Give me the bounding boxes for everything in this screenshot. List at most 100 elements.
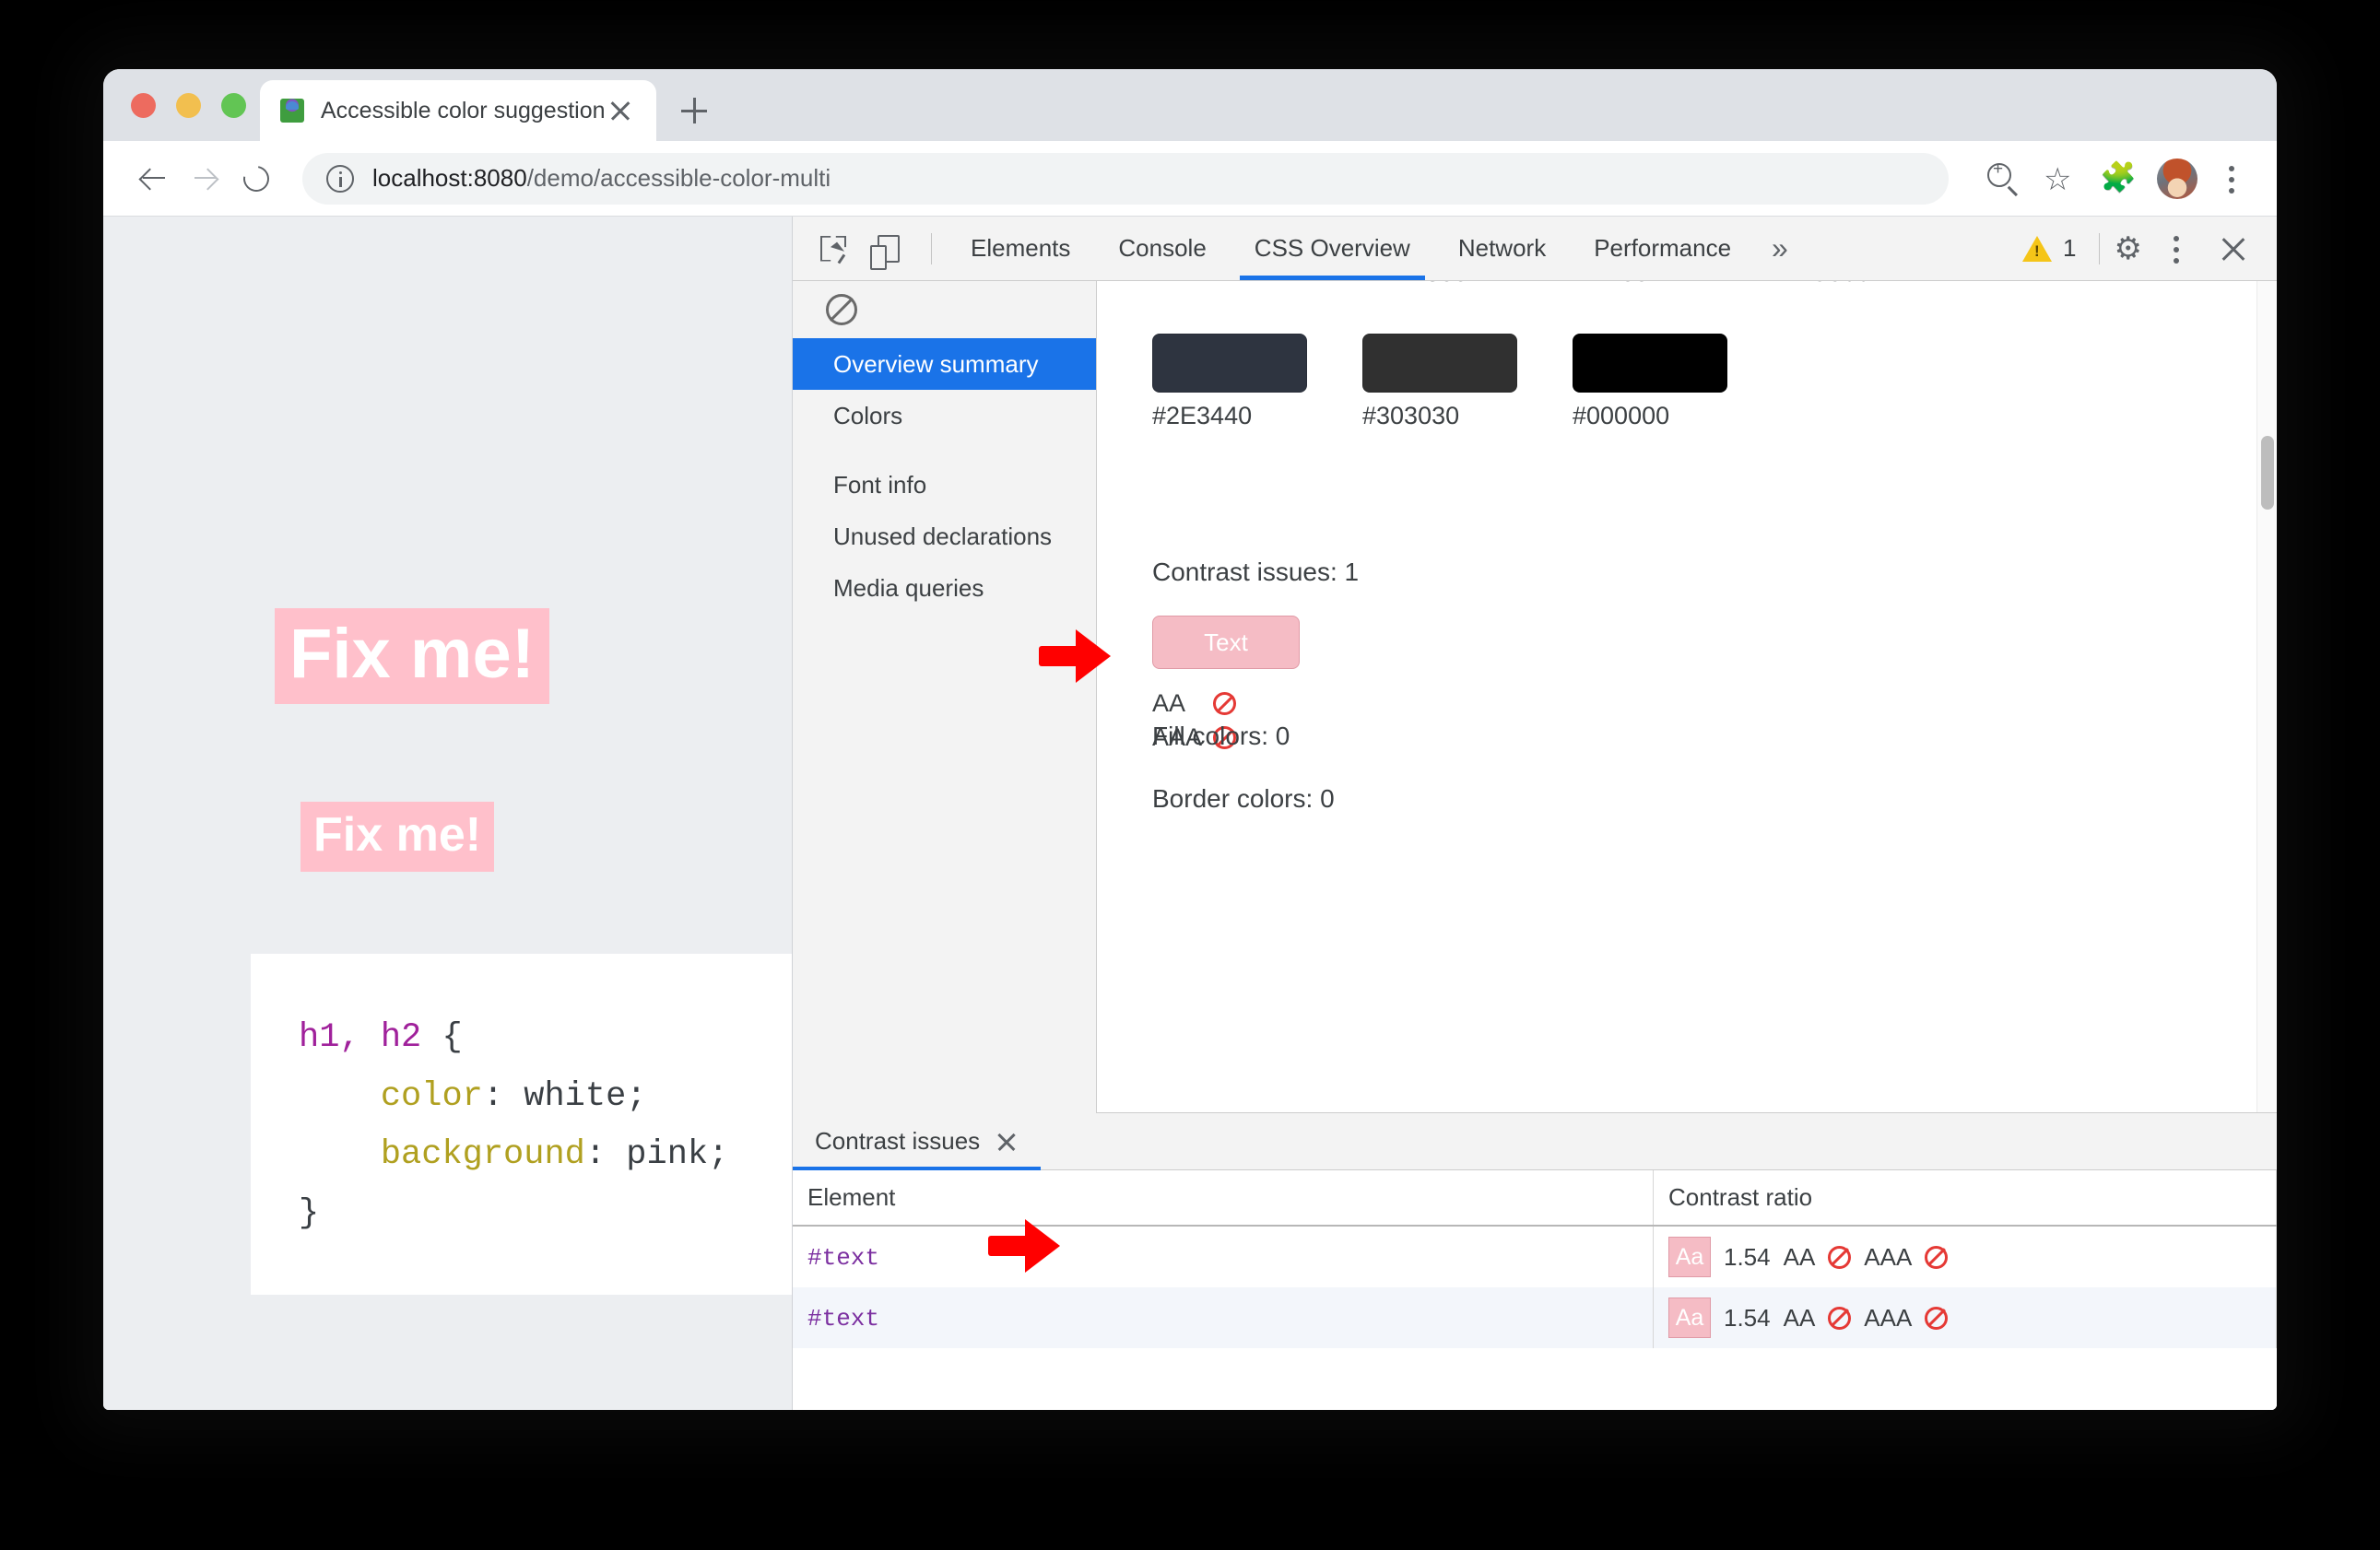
url-host: localhost:8080 <box>372 164 527 192</box>
content-scrollbar[interactable] <box>2256 281 2277 1112</box>
swatch-label: #000000 <box>1573 402 1670 429</box>
maximize-window-button[interactable] <box>221 93 246 118</box>
table-row[interactable]: #text Aa 1.54 AA AAA <box>793 1287 2277 1348</box>
extensions-puzzle-icon[interactable]: 🧩 <box>2092 155 2140 203</box>
gear-icon[interactable]: ⚙ <box>2115 233 2142 264</box>
close-devtools-icon[interactable] <box>2212 228 2255 270</box>
no-entry-icon <box>1828 1306 1852 1330</box>
code-selector: h1, h2 <box>299 1018 422 1057</box>
site-info-icon[interactable] <box>326 164 354 193</box>
forward-button[interactable] <box>179 153 230 205</box>
devtools-main: Overview summary Colors Font info Unused… <box>793 281 2277 1113</box>
no-entry-icon <box>1828 1245 1852 1269</box>
ratio-value: 1.54 <box>1724 1242 1771 1271</box>
code-value-color: : white; <box>482 1076 647 1116</box>
tab-css-overview[interactable]: CSS Overview <box>1231 217 1434 280</box>
bookmark-star-icon[interactable]: ☆ <box>2035 155 2083 203</box>
ratio-cell: Aa 1.54 AA AAA <box>1668 1298 2261 1338</box>
page-heading-h1: Fix me! <box>275 608 550 704</box>
no-entry-icon <box>1925 1245 1949 1269</box>
color-swatch[interactable] <box>1573 334 1727 393</box>
color-swatch-grid: #FFFFFF #2E3440 #ABA800 #303030 #AD00A1 <box>1152 281 1993 476</box>
browser-toolbar: localhost:8080/demo/accessible-color-mul… <box>103 141 2277 217</box>
tab-network[interactable]: Network <box>1434 217 1570 280</box>
back-button[interactable] <box>127 153 179 205</box>
css-overview-sidebar: Overview summary Colors Font info Unused… <box>793 281 1097 1113</box>
tab-elements[interactable]: Elements <box>947 217 1094 280</box>
code-close-brace: } <box>299 1193 320 1233</box>
devtools-menu-icon[interactable] <box>2155 225 2197 273</box>
swatch-label: #4C566A <box>1783 281 1887 288</box>
reload-icon <box>238 160 275 196</box>
sidebar-item-media-queries[interactable]: Media queries <box>793 562 1096 614</box>
window-controls <box>131 93 246 118</box>
fill-colors-text: Fill colors: 0 <box>1152 722 1290 750</box>
ratio-cell: Aa 1.54 AA AAA <box>1668 1237 2261 1277</box>
contrast-sample-chip[interactable]: Text <box>1152 616 1300 669</box>
swatch-label: #2E3440 <box>1152 402 1253 429</box>
drawer-tab-list: Contrast issues <box>793 1113 2277 1170</box>
swatch-cell: #FFFFFF #2E3440 <box>1152 281 1362 476</box>
aa-color-swatch: Aa <box>1668 1237 1711 1277</box>
swatch-label: #FFFFFF <box>1152 281 1257 288</box>
clear-overview-button[interactable] <box>793 281 1096 338</box>
color-swatch[interactable] <box>1362 334 1517 393</box>
toolbar-divider <box>931 232 932 264</box>
avatar[interactable] <box>2157 158 2197 199</box>
browser-menu-icon[interactable] <box>2210 155 2253 203</box>
close-tab-icon[interactable] <box>605 95 636 126</box>
devtools-toolbar-right: 1 ⚙ <box>2022 225 2260 273</box>
swatch-cell: #ABA800 #303030 <box>1362 281 1573 476</box>
color-swatch[interactable] <box>1152 334 1307 393</box>
column-header-element[interactable]: Element <box>793 1170 1654 1227</box>
address-input[interactable]: localhost:8080/demo/accessible-color-mul… <box>302 152 1949 205</box>
reload-button[interactable] <box>230 153 282 205</box>
tab-console[interactable]: Console <box>1094 217 1230 280</box>
contrast-issues-heading: Contrast issues: 1 <box>1152 558 1360 586</box>
column-header-contrast-ratio[interactable]: Contrast ratio <box>1653 1170 2277 1227</box>
toolbar-divider-right <box>2098 232 2100 264</box>
cell-element: #text <box>793 1226 1654 1287</box>
tab-strip: Accessible color suggestion <box>103 69 2277 141</box>
sidebar-item-unused-declarations[interactable]: Unused declarations <box>793 511 1096 562</box>
page-viewport: Fix me! Fix me! h1, h2 { color: white; b… <box>103 217 793 1410</box>
element-name[interactable]: #text <box>807 1305 879 1333</box>
cell-contrast-ratio: Aa 1.54 AA AAA <box>1653 1287 2277 1348</box>
swatch-cell: #4C566A <box>1783 281 1993 476</box>
warning-badge[interactable]: 1 <box>2022 234 2077 263</box>
minimize-window-button[interactable] <box>176 93 201 118</box>
more-tabs-icon[interactable]: » <box>1755 217 1805 280</box>
table-header-row: Element Contrast ratio <box>793 1170 2277 1227</box>
sidebar-item-overview-summary[interactable]: Overview summary <box>793 338 1096 391</box>
browser-window: Accessible color suggestion localhost:80… <box>103 69 2277 1410</box>
aaa-label: AAA <box>1864 1303 1913 1332</box>
inspect-element-icon[interactable] <box>809 225 857 273</box>
device-toolbar-icon[interactable] <box>863 225 911 273</box>
arrow-back-icon <box>141 167 165 191</box>
close-drawer-tab-icon[interactable] <box>995 1130 1019 1154</box>
code-open-brace: { <box>421 1018 463 1057</box>
tab-title: Accessible color suggestion <box>321 97 605 123</box>
sidebar-item-font-info[interactable]: Font info <box>793 459 1096 511</box>
url-text: localhost:8080/demo/accessible-color-mul… <box>372 164 831 193</box>
browser-body: Fix me! Fix me! h1, h2 { color: white; b… <box>103 217 2277 1410</box>
tab-performance[interactable]: Performance <box>1570 217 1755 280</box>
element-name[interactable]: #text <box>807 1244 879 1272</box>
arrow-forward-icon <box>193 167 217 191</box>
sidebar-item-colors[interactable]: Colors <box>793 390 1096 441</box>
drawer-tab-contrast-issues[interactable]: Contrast issues <box>793 1113 1042 1170</box>
cell-element: #text <box>793 1287 1654 1348</box>
new-tab-button[interactable] <box>669 86 719 135</box>
close-window-button[interactable] <box>131 93 156 118</box>
aa-label: AA <box>1783 1242 1816 1271</box>
annotation-arrow-issues-table <box>988 1219 1071 1273</box>
css-code-block: h1, h2 { color: white; background: pink;… <box>251 954 792 1295</box>
devtools-tab-list: Elements Console CSS Overview Network Pe… <box>947 217 1805 280</box>
favicon-icon <box>280 99 304 123</box>
warning-triangle-icon <box>2022 235 2053 262</box>
zoom-icon[interactable] <box>1978 155 2026 203</box>
code-property-background: background <box>380 1135 585 1175</box>
scrollbar-thumb[interactable] <box>2261 436 2274 510</box>
browser-tab[interactable]: Accessible color suggestion <box>260 80 656 141</box>
swatch-label: #ABA800 <box>1362 281 1467 288</box>
